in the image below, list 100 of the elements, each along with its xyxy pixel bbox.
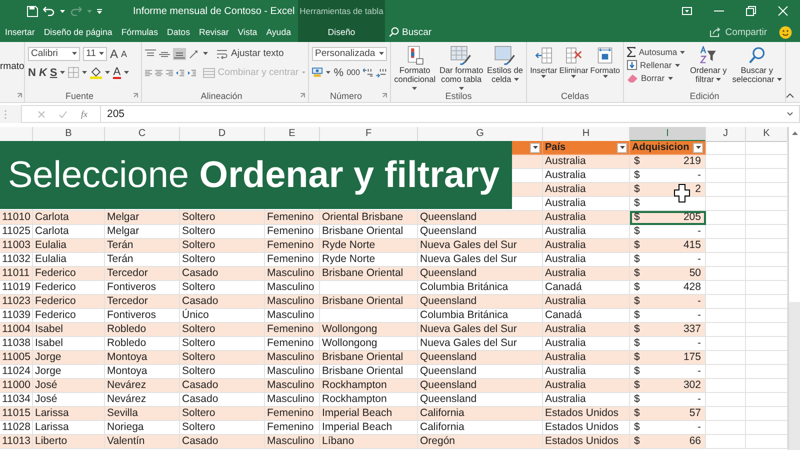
table-cell: Masculino [265, 365, 320, 379]
ribbon-tab[interactable]: Fórmulas [121, 25, 158, 39]
table-cell: Jorge [33, 351, 105, 365]
ribbon-display-icon[interactable] [682, 7, 692, 15]
group-label: Estilos [444, 90, 473, 100]
thousands-button[interactable]: 000 [346, 68, 360, 77]
column-header[interactable]: I [630, 127, 706, 142]
expand-caret-icon[interactable] [787, 112, 793, 116]
close-icon[interactable] [778, 6, 788, 16]
shrink-font-button[interactable]: A [121, 48, 128, 58]
ribbon-tab[interactable]: Insertar [5, 25, 35, 39]
caret-icon[interactable] [60, 10, 65, 12]
decrease-indent-icon[interactable] [176, 68, 185, 78]
search-field[interactable]: Buscar [402, 26, 462, 38]
fill-color-icon[interactable] [90, 66, 102, 78]
table-cell: Nevárez [105, 393, 180, 407]
save-icon[interactable] [27, 6, 38, 16]
increase-decimal-icon[interactable] [362, 67, 374, 78]
ribbon-large-button[interactable]: Dar formato como tabla [438, 46, 486, 93]
smiley-icon[interactable] [779, 26, 792, 38]
ribbon-tab[interactable]: Revisar [198, 25, 229, 39]
filter-dropdown-button[interactable] [693, 142, 703, 152]
caret-icon[interactable] [82, 71, 88, 74]
ribbon-large-button[interactable]: Formato [590, 46, 620, 78]
ribbon-small-button[interactable]: Rellenar [627, 59, 685, 71]
font-color-button[interactable]: A [113, 66, 121, 78]
align-left-icon[interactable] [145, 68, 152, 78]
undo-icon[interactable] [43, 6, 55, 16]
underline-button[interactable]: S [50, 66, 58, 78]
caret-icon[interactable] [203, 52, 208, 55]
caret-icon[interactable] [326, 71, 331, 74]
caret-icon[interactable] [60, 71, 66, 74]
grow-font-button[interactable]: A [110, 46, 118, 60]
table-cell: $ 302 [630, 379, 706, 393]
dialog-launcher-icon[interactable] [133, 93, 138, 98]
caret-icon[interactable] [124, 71, 129, 74]
italic-button[interactable]: K [38, 66, 47, 78]
ribbon-large-button[interactable]: Insertar [530, 46, 558, 78]
ribbon-large-button[interactable]: Formato condicional [394, 46, 436, 93]
align-bottom-icon[interactable] [173, 48, 186, 60]
table-cell: Terán [105, 253, 180, 267]
table-cell: Carlota [33, 211, 105, 225]
number-format-dropdown[interactable]: Personalizada [312, 46, 387, 60]
table-cell: Australia [543, 295, 630, 309]
wrap-text-button[interactable]: Ajustar texto [217, 48, 284, 59]
ribbon-large-button[interactable]: Buscar y seleccionar [732, 46, 782, 84]
ribbon-large-button[interactable]: Estilos de celda [487, 46, 523, 84]
table-cell: Nueva Gales del Sur [418, 337, 543, 351]
ribbon-large-button[interactable]: Ordenar y filtrar [687, 46, 730, 84]
table-cell: 11010 [0, 211, 33, 225]
filter-dropdown-button[interactable] [530, 142, 540, 152]
table-cell: 11023 [0, 295, 33, 309]
bold-button[interactable]: N [28, 66, 36, 78]
orientation-icon[interactable] [189, 48, 200, 58]
ribbon-large-button[interactable]: Eliminar [559, 46, 588, 78]
dialog-launcher-icon[interactable] [17, 93, 22, 98]
ribbon-tab[interactable]: Diseño de página [44, 25, 112, 39]
increase-indent-icon[interactable] [188, 68, 196, 78]
percent-button[interactable]: % [334, 66, 344, 78]
header-label: País [545, 141, 566, 154]
formula-input[interactable]: 205 [101, 105, 800, 123]
insert-cells-icon [532, 46, 555, 65]
restore-icon[interactable] [746, 6, 756, 16]
align-center-icon[interactable] [155, 68, 163, 78]
customize-caret-icon[interactable] [97, 8, 102, 14]
align-top-icon[interactable] [145, 48, 156, 58]
insert-function-button[interactable]: fx [81, 109, 88, 119]
table-cell: 11039 [0, 309, 33, 323]
font-name-dropdown[interactable]: Calibri [28, 46, 80, 60]
table-cell: California [418, 407, 543, 421]
caret-icon[interactable] [105, 71, 110, 74]
currency-format-icon[interactable] [312, 67, 324, 78]
dialog-launcher-icon[interactable] [300, 93, 305, 98]
share-button[interactable]: Compartir [710, 26, 767, 38]
button-label[interactable]: rmato [0, 61, 22, 72]
ribbon-small-button[interactable]: Borrar [627, 72, 685, 84]
table-cell: Imperial Beach [320, 421, 418, 435]
table-cell: Brisbane Oriental [320, 225, 418, 239]
ribbon-tab[interactable]: Ayuda [266, 25, 291, 39]
table-cell: 11032 [0, 253, 33, 267]
borders-icon[interactable] [68, 67, 80, 78]
table-cell: Australia [543, 337, 630, 351]
ribbon-small-button[interactable]: Autosuma [627, 46, 685, 58]
align-right-icon[interactable] [166, 68, 174, 78]
collapse-ribbon-icon[interactable] [786, 93, 794, 98]
scroll-up-icon[interactable] [792, 131, 798, 135]
table-cell: Australia [543, 239, 630, 253]
column-header[interactable]: J [706, 127, 746, 142]
ribbon-tab[interactable]: Datos [166, 25, 190, 39]
table-cell: Imperial Beach [320, 407, 418, 421]
dialog-launcher-icon[interactable] [382, 93, 387, 98]
table-cell: $ 415 [630, 239, 706, 253]
minimize-icon[interactable] [714, 10, 724, 12]
font-size-dropdown[interactable]: 11 [83, 46, 107, 60]
check-icon[interactable] [59, 110, 67, 118]
table-cell: Femenino [265, 225, 320, 239]
decrease-decimal-icon[interactable] [376, 67, 387, 78]
filter-dropdown-button[interactable] [617, 142, 627, 152]
vertical-scrollbar[interactable] [788, 127, 800, 450]
ribbon-tab[interactable]: Vista [238, 25, 258, 39]
